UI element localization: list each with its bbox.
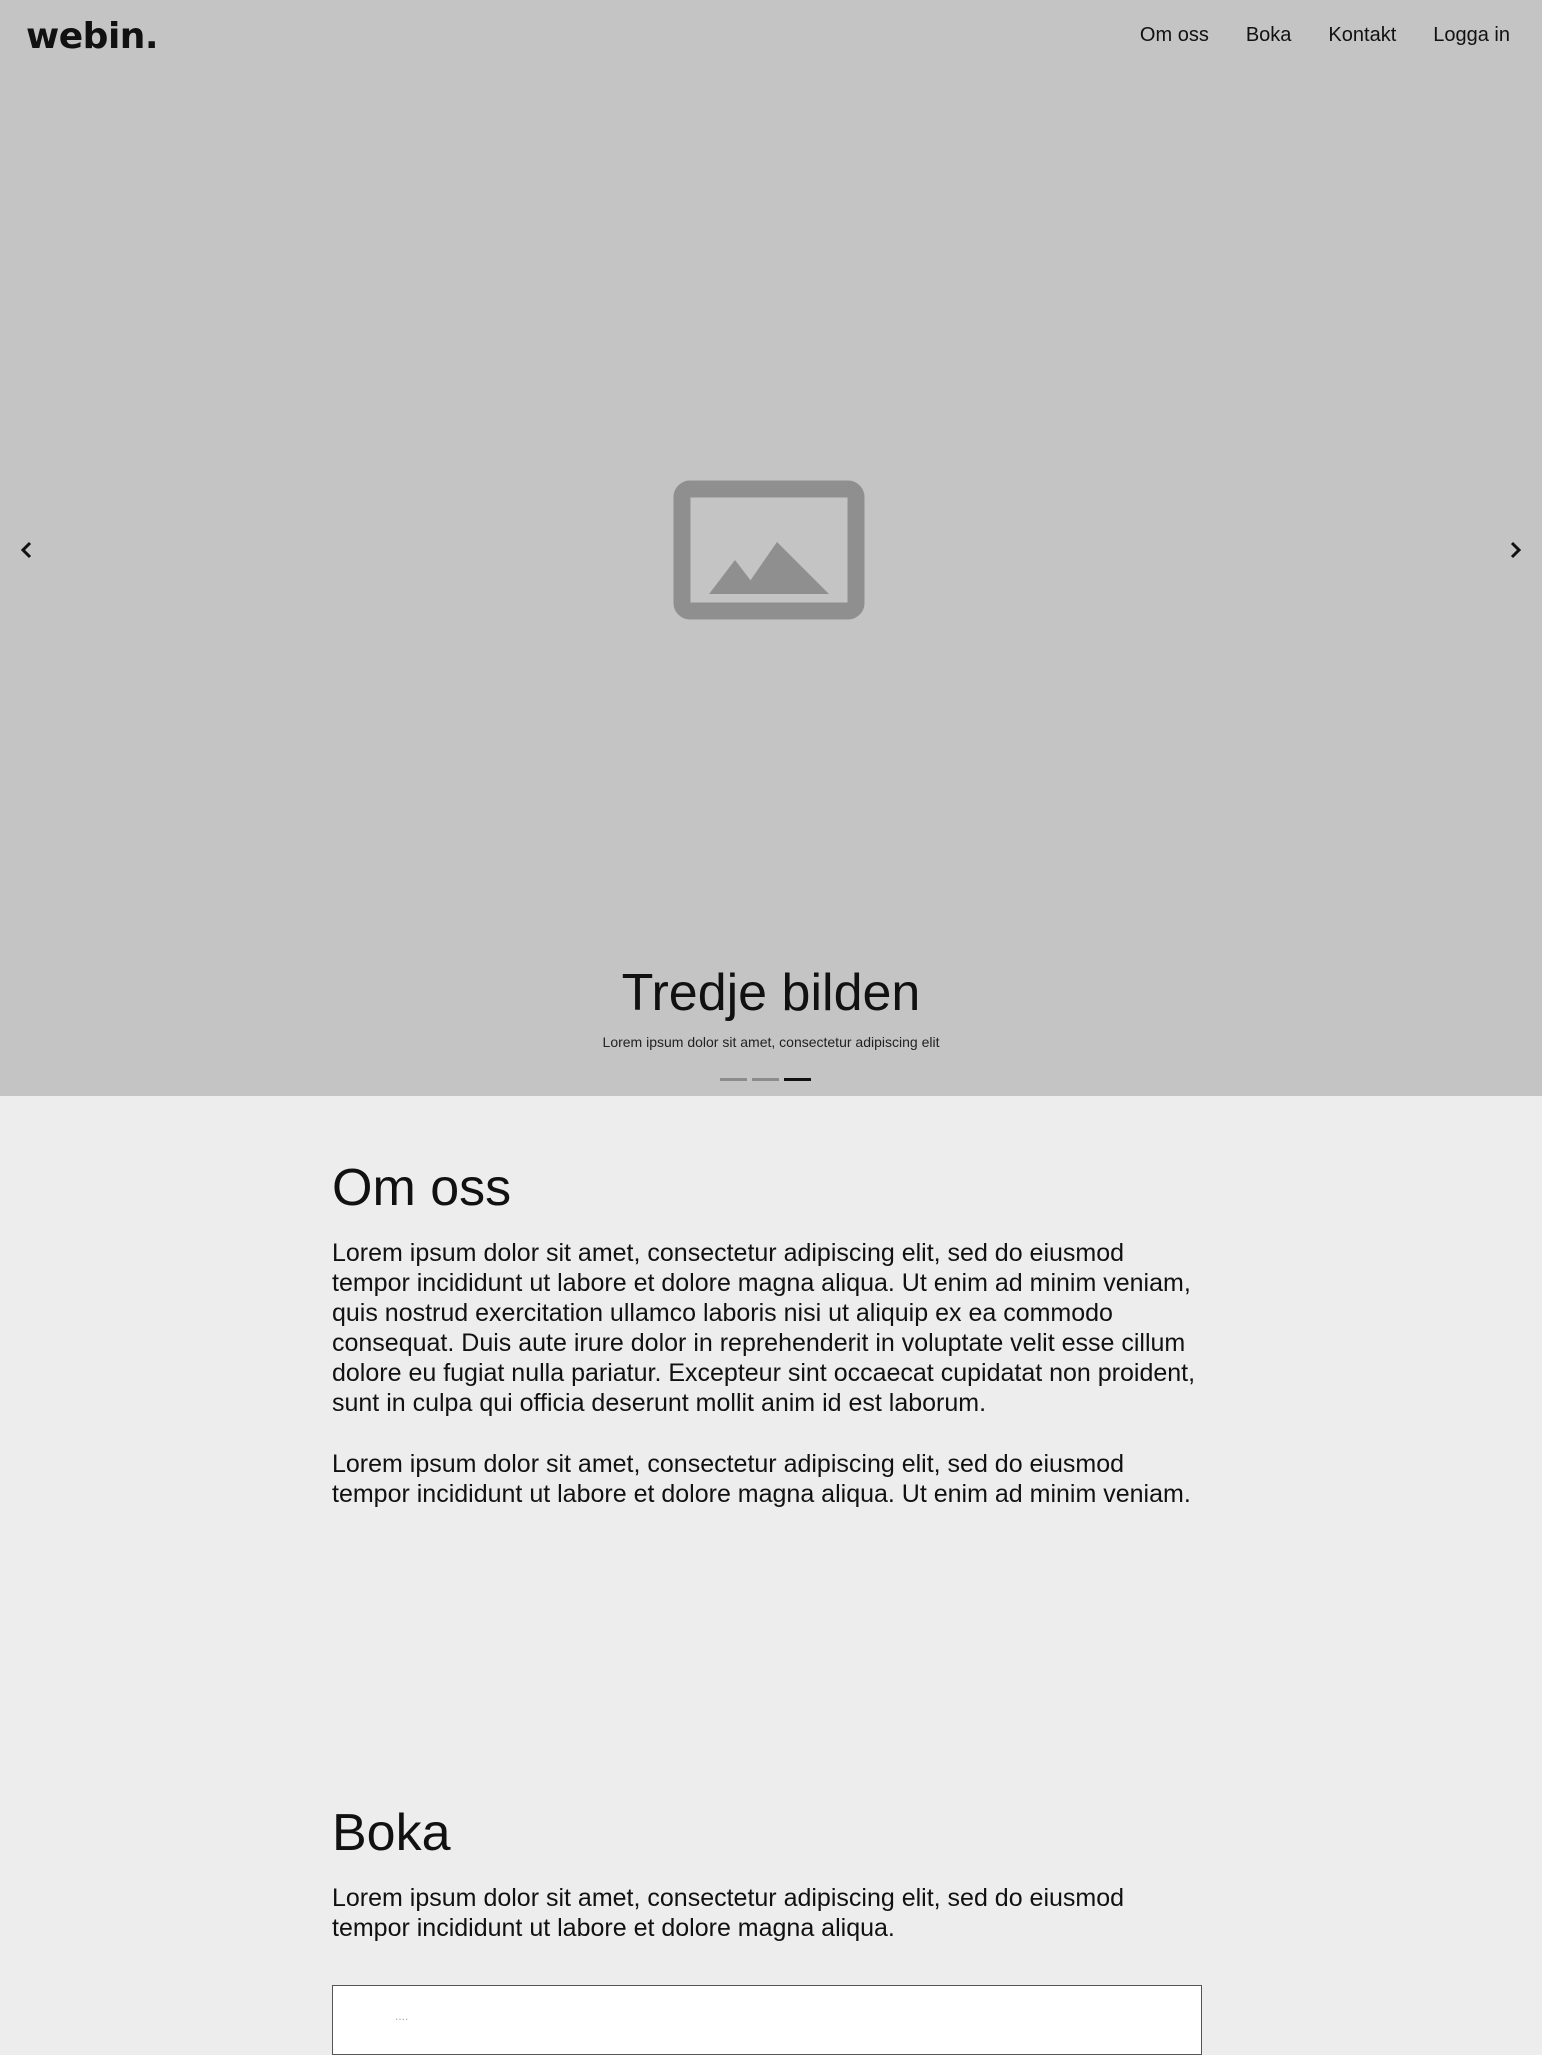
- chevron-right-icon: [1510, 541, 1522, 559]
- about-section: Om oss Lorem ipsum dolor sit amet, conse…: [332, 1158, 1202, 1509]
- nav-item-om-oss[interactable]: Om oss: [1140, 22, 1209, 48]
- carousel-indicator-2[interactable]: [752, 1078, 779, 1081]
- nav-item-kontakt[interactable]: Kontakt: [1328, 22, 1396, 48]
- slide-title: Tredje bilden: [621, 964, 921, 1022]
- chevron-left-icon: [20, 541, 32, 559]
- carousel-indicator-1[interactable]: [720, 1078, 747, 1081]
- about-paragraph-1: Lorem ipsum dolor sit amet, consectetur …: [332, 1239, 1196, 1417]
- carousel-indicators: [720, 1078, 811, 1081]
- slide-subtitle: Lorem ipsum dolor sit amet, consectetur …: [602, 1034, 940, 1050]
- carousel-next-button[interactable]: [1495, 530, 1535, 570]
- booking-input[interactable]: [393, 2008, 997, 2024]
- carousel-indicator-3[interactable]: [784, 1078, 811, 1081]
- booking-form-box: [332, 1985, 1202, 2055]
- nav-item-logga-in[interactable]: Logga in: [1433, 22, 1510, 48]
- booking-heading: Boka: [332, 1804, 451, 1862]
- booking-text: Lorem ipsum dolor sit amet, consectetur …: [332, 1884, 1125, 1942]
- about-heading: Om oss: [332, 1159, 512, 1217]
- hero-carousel: webin. Om oss Boka Kontakt Logga in Tred…: [0, 0, 1542, 1096]
- carousel-prev-button[interactable]: [7, 530, 47, 570]
- image-placeholder-icon: [673, 480, 865, 620]
- nav-item-boka[interactable]: Boka: [1246, 22, 1292, 48]
- about-paragraph-2: Lorem ipsum dolor sit amet, consectetur …: [332, 1450, 1191, 1508]
- main-nav: Om oss Boka Kontakt Logga in: [1140, 22, 1510, 48]
- site-logo[interactable]: webin.: [26, 16, 159, 57]
- booking-section: Boka Lorem ipsum dolor sit amet, consect…: [332, 1803, 1202, 1943]
